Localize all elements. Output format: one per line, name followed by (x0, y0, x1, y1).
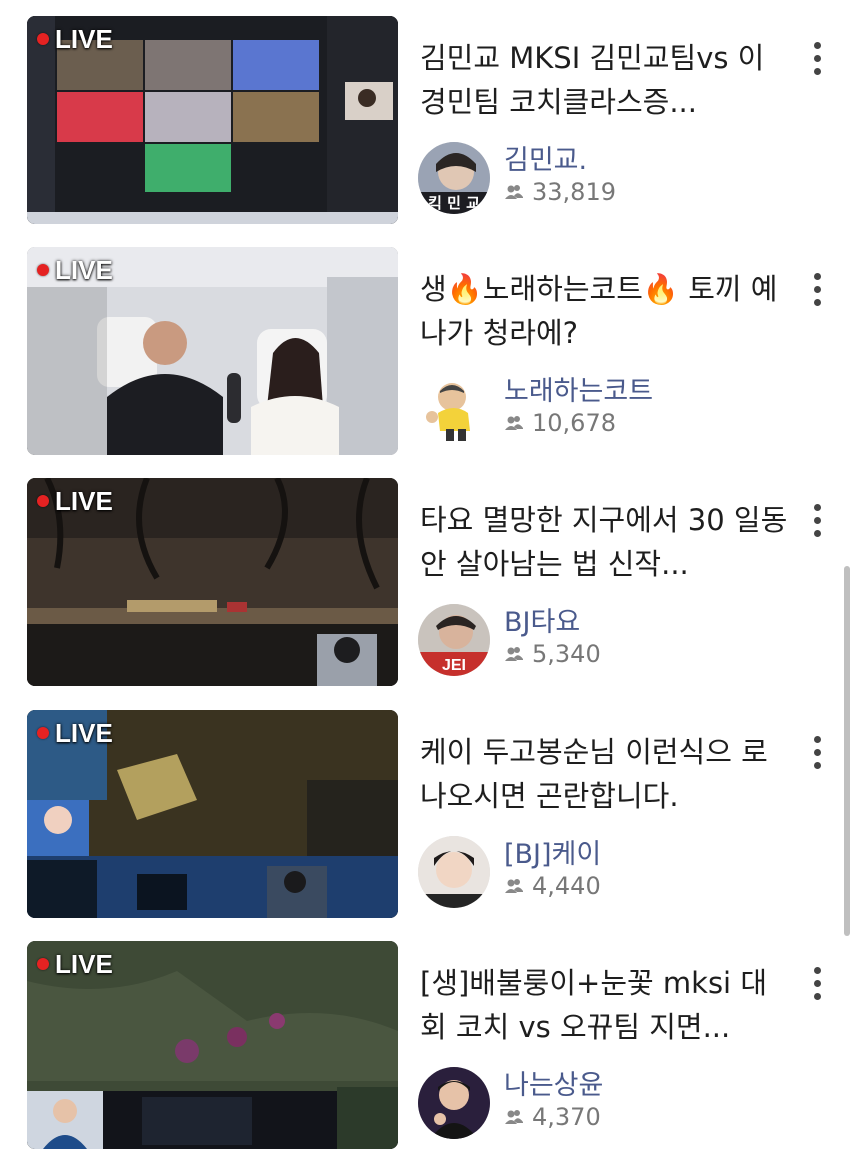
stream-card[interactable]: LIVE 케이 두고봉순님 이런식으 로 나오시면 곤란합니다. [BJ]케이 … (0, 710, 850, 922)
more-vert-icon[interactable] (810, 42, 824, 82)
stream-card[interactable]: LIVE 김민교 MKSI 김민교팀vs 이경민팀 코치클라스증... 킥 민 … (0, 16, 850, 228)
stream-card[interactable]: LIVE 생🔥노래하는코트🔥 토끼 예나가 청라에? 노래하는코트 10,678 (0, 247, 850, 459)
stream-thumbnail[interactable]: LIVE (27, 478, 398, 686)
channel-name[interactable]: 노래하는코트 (504, 369, 653, 408)
channel-avatar[interactable]: 킥 민 교 (418, 142, 490, 214)
channel-avatar[interactable] (418, 1067, 490, 1139)
avatar-text: 킥 민 교 (428, 194, 480, 212)
people-icon (505, 879, 523, 893)
live-badge: LIVE (37, 24, 113, 54)
stream-card[interactable]: LIVE 타요 멸망한 지구에서 30 일동안 살아남는 법 신작... JEI… (0, 478, 850, 690)
live-badge: LIVE (37, 486, 113, 516)
live-badge: LIVE (37, 949, 113, 979)
stream-title[interactable]: 생🔥노래하는코트🔥 토끼 예나가 청라에? (420, 267, 790, 355)
avatar-text: JEI (442, 657, 466, 674)
stream-title[interactable]: 김민교 MKSI 김민교팀vs 이경민팀 코치클라스증... (420, 36, 790, 124)
live-dot-icon (37, 495, 49, 507)
stream-thumbnail[interactable]: LIVE (27, 941, 398, 1149)
channel-avatar[interactable] (418, 373, 490, 445)
viewer-count: 10,678 (504, 409, 616, 437)
live-badge: LIVE (37, 718, 113, 748)
stream-card[interactable]: LIVE [생]배불룽이+눈꽃 mksi 대회 코치 vs 오뀨팀 지면... … (0, 941, 850, 1153)
more-vert-icon[interactable] (810, 967, 824, 1007)
stream-title[interactable]: 케이 두고봉순님 이런식으 로 나오시면 곤란합니다. (420, 730, 790, 818)
more-vert-icon[interactable] (810, 504, 824, 544)
stream-thumbnail[interactable]: LIVE (27, 710, 398, 918)
people-icon (505, 185, 523, 199)
viewer-count: 33,819 (504, 178, 616, 206)
stream-title[interactable]: 타요 멸망한 지구에서 30 일동안 살아남는 법 신작... (420, 498, 790, 586)
channel-avatar[interactable] (418, 836, 490, 908)
live-dot-icon (37, 33, 49, 45)
people-icon (505, 1110, 523, 1124)
scrollbar[interactable] (844, 566, 850, 936)
more-vert-icon[interactable] (810, 736, 824, 776)
viewer-count: 4,440 (504, 872, 601, 900)
stream-title[interactable]: [생]배불룽이+눈꽃 mksi 대회 코치 vs 오뀨팀 지면... (420, 961, 790, 1049)
stream-thumbnail[interactable]: LIVE (27, 16, 398, 224)
viewer-count: 4,370 (504, 1103, 601, 1131)
people-icon (505, 647, 523, 661)
live-dot-icon (37, 264, 49, 276)
people-icon (505, 416, 523, 430)
more-vert-icon[interactable] (810, 273, 824, 313)
stream-thumbnail[interactable]: LIVE (27, 247, 398, 455)
viewer-count: 5,340 (504, 640, 601, 668)
channel-name[interactable]: [BJ]케이 (504, 832, 601, 871)
live-dot-icon (37, 727, 49, 739)
live-badge: LIVE (37, 255, 113, 285)
channel-name[interactable]: 나는상윤 (504, 1063, 603, 1102)
channel-name[interactable]: BJ타요 (504, 600, 580, 639)
channel-name[interactable]: 김민교. (504, 138, 587, 177)
channel-avatar[interactable]: JEI (418, 604, 490, 676)
live-dot-icon (37, 958, 49, 970)
